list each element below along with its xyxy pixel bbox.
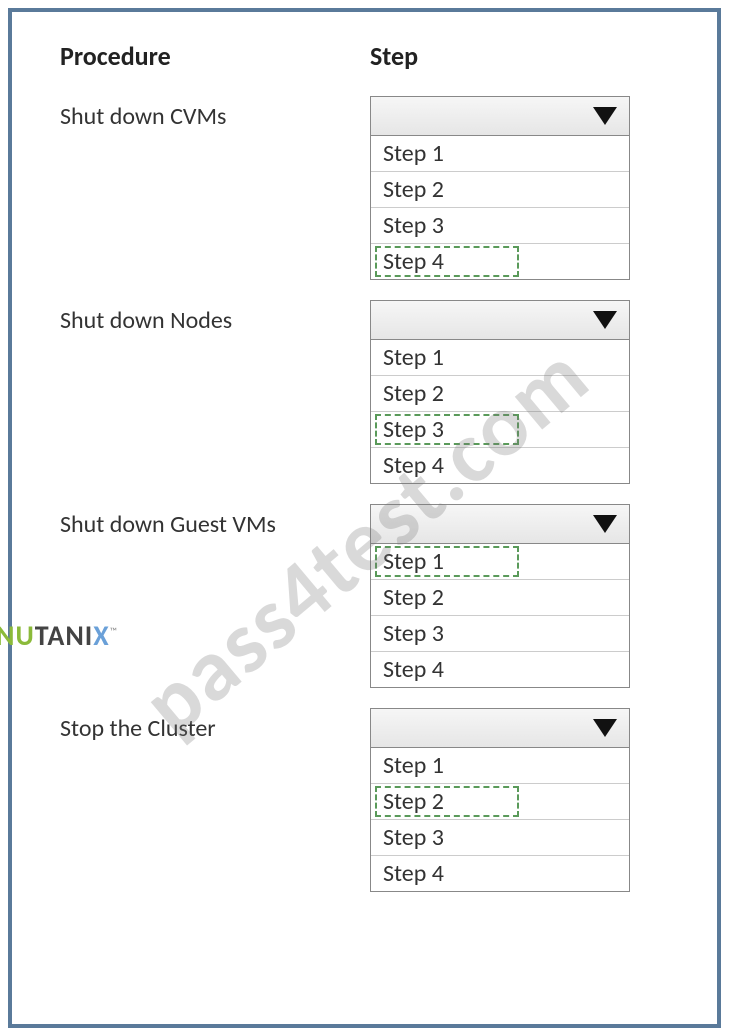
- header-procedure: Procedure: [60, 40, 370, 72]
- procedure-label: Stop the Cluster: [60, 708, 370, 743]
- procedure-label: Shut down Nodes: [60, 300, 370, 335]
- chevron-down-icon: [593, 311, 617, 329]
- column-headers: Procedure Step: [60, 40, 677, 72]
- chevron-down-icon: [593, 107, 617, 125]
- step-options-list: Step 1 Step 2 Step 3 Step 4: [370, 544, 630, 688]
- exam-question-frame: Procedure Step Shut down CVMs Step 1 Ste…: [8, 8, 721, 1028]
- step-dropdown-container: Step 1 Step 2 Step 3 Step 4: [370, 96, 630, 280]
- step-dropdown-toggle[interactable]: [370, 504, 630, 544]
- step-option[interactable]: Step 3: [371, 616, 629, 652]
- chevron-down-icon: [593, 719, 617, 737]
- step-options-list: Step 1 Step 2 Step 3 Step 4: [370, 136, 630, 280]
- step-option[interactable]: Step 2: [371, 376, 629, 412]
- procedure-row: Shut down CVMs Step 1 Step 2 Step 3 Step…: [60, 96, 677, 280]
- step-option[interactable]: Step 3: [371, 412, 629, 448]
- step-option[interactable]: Step 1: [371, 340, 629, 376]
- step-dropdown-container: Step 1 Step 2 Step 3 Step 4: [370, 300, 630, 484]
- step-dropdown-toggle[interactable]: [370, 708, 630, 748]
- step-option[interactable]: Step 4: [371, 652, 629, 687]
- step-option[interactable]: Step 4: [371, 244, 629, 279]
- step-option[interactable]: Step 4: [371, 448, 629, 483]
- step-dropdown-container: Step 1 Step 2 Step 3 Step 4: [370, 708, 630, 892]
- step-dropdown-toggle[interactable]: [370, 300, 630, 340]
- step-option[interactable]: Step 1: [371, 748, 629, 784]
- step-option[interactable]: Step 2: [371, 580, 629, 616]
- procedure-label: Shut down CVMs: [60, 96, 370, 131]
- header-step: Step: [370, 40, 418, 72]
- step-options-list: Step 1 Step 2 Step 3 Step 4: [370, 340, 630, 484]
- step-dropdown-container: Step 1 Step 2 Step 3 Step 4: [370, 504, 630, 688]
- step-option[interactable]: Step 2: [371, 172, 629, 208]
- step-options-list: Step 1 Step 2 Step 3 Step 4: [370, 748, 630, 892]
- step-dropdown-toggle[interactable]: [370, 96, 630, 136]
- step-option[interactable]: Step 3: [371, 820, 629, 856]
- step-option[interactable]: Step 2: [371, 784, 629, 820]
- step-option[interactable]: Step 4: [371, 856, 629, 891]
- procedure-label: Shut down Guest VMs: [60, 504, 370, 539]
- procedure-row: Stop the Cluster Step 1 Step 2 Step 3 St…: [60, 708, 677, 892]
- procedure-row: Shut down Guest VMs Step 1 Step 2 Step 3…: [60, 504, 677, 688]
- step-option[interactable]: Step 1: [371, 136, 629, 172]
- chevron-down-icon: [593, 515, 617, 533]
- procedure-row: Shut down Nodes Step 1 Step 2 Step 3 Ste…: [60, 300, 677, 484]
- step-option[interactable]: Step 3: [371, 208, 629, 244]
- step-option[interactable]: Step 1: [371, 544, 629, 580]
